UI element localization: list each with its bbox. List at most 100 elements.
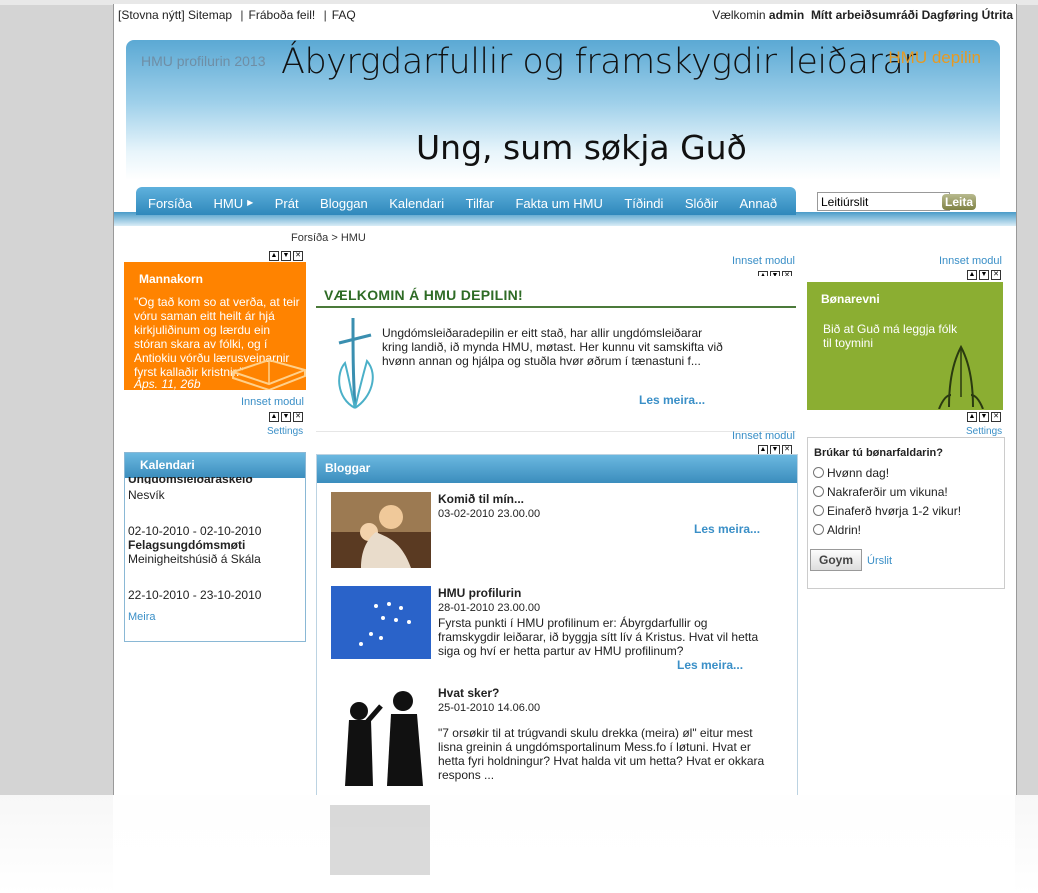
calendar-more-link[interactable]: Meira — [128, 610, 261, 624]
praying-hands-icon — [938, 344, 984, 409]
insert-module-link[interactable]: Innset modul — [732, 430, 795, 442]
post-read-more-link[interactable]: Les meira... — [677, 658, 743, 672]
hmu-logo-icon — [338, 317, 374, 409]
poll-option-label: Aldrin! — [827, 523, 862, 537]
module-controls: ▲▼✕ — [269, 412, 303, 422]
nav-item-annad[interactable]: Annað — [740, 196, 778, 211]
close-icon[interactable]: ✕ — [991, 270, 1001, 280]
report-error-link[interactable]: Fráboða feil! — [249, 8, 316, 22]
header-title: Ábyrgdarfullir og framskygdir leiðarar — [281, 42, 918, 82]
create-new-link[interactable]: [Stovna nýtt] — [118, 8, 185, 22]
post-thumbnail-image[interactable] — [331, 492, 431, 568]
calendar-event-name[interactable]: Felagsungdómsmøti — [128, 538, 261, 552]
main-nav: Forsíða HMU ▶ Prát Bloggan Kalendari Tilf… — [136, 187, 796, 215]
nav-item-kalendari[interactable]: Kalendari — [389, 196, 444, 211]
post-thumbnail-image[interactable] — [331, 586, 431, 659]
blog-title: Bloggar — [317, 455, 797, 483]
search-input[interactable] — [817, 192, 950, 211]
nav-item-slodir[interactable]: Slóðir — [685, 196, 718, 211]
post-title[interactable]: Komið til mín... — [438, 492, 524, 506]
blog-post: Hvat sker? 25-01-2010 14.06.00 "7 orsøki… — [331, 686, 786, 796]
post-title[interactable]: HMU profilurin — [438, 586, 521, 600]
poll-option[interactable]: Einaferð hvørja 1-2 vikur! — [813, 504, 961, 518]
header-profile-label: HMU profilurin 2013 — [141, 53, 266, 69]
logout-link[interactable]: Útrita — [982, 8, 1013, 22]
nav-item-hmu[interactable]: HMU ▶ — [214, 196, 254, 211]
reflection — [113, 795, 1015, 893]
move-up-icon[interactable]: ▲ — [967, 412, 977, 422]
prayer-title: Bønarevni — [821, 292, 880, 306]
close-icon[interactable]: ✕ — [293, 251, 303, 261]
blog-post: HMU profilurin 28-01-2010 23.00.00 Fyrst… — [331, 586, 786, 676]
update-link[interactable]: Dagføring — [922, 8, 979, 22]
site-header: HMU profilurin 2013 Ábyrgdarfullir og fr… — [126, 40, 1000, 180]
separator: | — [240, 8, 244, 22]
insert-module-link[interactable]: Innset modul — [241, 396, 304, 408]
poll-option[interactable]: Aldrin! — [813, 523, 861, 537]
search-button[interactable]: Leita — [942, 194, 976, 210]
welcome-text: Vælkomin — [712, 8, 766, 22]
move-up-icon[interactable]: ▲ — [269, 412, 279, 422]
move-down-icon[interactable]: ▼ — [281, 412, 291, 422]
poll-results-link[interactable]: Úrslit — [867, 555, 892, 567]
mannakorn-reference: Áps. 11, 26b — [134, 377, 201, 390]
breadcrumb[interactable]: Forsíða > HMU — [291, 232, 366, 244]
post-title[interactable]: Hvat sker? — [438, 686, 499, 700]
prayer-module: Bønarevni Bið at Guð má leggja fólk til … — [807, 282, 1003, 410]
nav-item-forsida[interactable]: Forsíða — [148, 196, 192, 211]
sitemap-link[interactable]: Sitemap — [188, 8, 232, 22]
welcome-text: Ungdómsleiðaradepilin er eitt stað, har … — [382, 326, 723, 368]
mannakorn-title: Mannakorn — [139, 272, 204, 286]
calendar-list: Ungdómsleiðaraskeið Nesvík 02-10-2010 - … — [128, 477, 261, 624]
nav-item-tidindi[interactable]: Tíðindi — [624, 196, 663, 211]
post-excerpt: "7 orsøkir til at trúgvandi skulu drekka… — [438, 726, 765, 782]
faq-link[interactable]: FAQ — [332, 8, 356, 22]
poll-module: Brúkar tú bønarfaldarin? Hvønn dag! Nakr… — [807, 437, 1005, 589]
header-logo-text[interactable]: HMU depilin — [888, 48, 981, 68]
move-up-icon[interactable]: ▲ — [269, 251, 279, 261]
settings-link[interactable]: Settings — [966, 426, 1002, 437]
welcome-heading: VÆLKOMIN Á HMU DEPILIN! — [324, 287, 524, 303]
poll-option[interactable]: Hvønn dag! — [813, 466, 889, 480]
poll-radio[interactable] — [813, 467, 824, 478]
settings-link[interactable]: Settings — [267, 426, 303, 437]
nav-item-bloggan[interactable]: Bloggan — [320, 196, 368, 211]
post-date: 25-01-2010 14.06.00 — [438, 702, 541, 714]
move-down-icon[interactable]: ▼ — [979, 412, 989, 422]
nav-item-prat[interactable]: Prát — [275, 196, 299, 211]
mannakorn-module: Mannakorn "Og tað kom so at verða, at te… — [124, 262, 306, 390]
poll-option[interactable]: Nakraferðir um vikuna! — [813, 485, 948, 499]
blog-post: Komið til mín... 03-02-2010 23.00.00 Les… — [331, 492, 786, 572]
calendar-event-date: 02-10-2010 - 02-10-2010 — [128, 524, 262, 538]
insert-module-link[interactable]: Innset modul — [732, 255, 795, 267]
poll-radio[interactable] — [813, 524, 824, 535]
post-thumbnail-image[interactable] — [331, 686, 431, 786]
calendar-title: Kalendari — [125, 453, 305, 478]
calendar-event-place: Nesvík — [128, 488, 165, 502]
nav-item-fakta[interactable]: Fakta um HMU — [515, 196, 602, 211]
welcome-read-more-link[interactable]: Les meira... — [639, 393, 705, 407]
insert-module-link[interactable]: Innset modul — [939, 255, 1002, 267]
close-icon[interactable]: ✕ — [991, 412, 1001, 422]
nav-item-tilfar[interactable]: Tilfar — [466, 196, 494, 211]
user-area: Vælkomin admin Mítt arbeiðsumráði Dagfør… — [712, 8, 1013, 22]
top-bar: [Stovna nýtt] Sitemap | Fráboða feil! | FA… — [114, 4, 1016, 26]
poll-radio[interactable] — [813, 505, 824, 516]
reflection-image — [330, 805, 430, 875]
module-controls: ▲▼✕ — [967, 270, 1001, 280]
move-down-icon[interactable]: ▼ — [281, 251, 291, 261]
poll-radio[interactable] — [813, 486, 824, 497]
close-icon[interactable]: ✕ — [293, 412, 303, 422]
move-down-icon[interactable]: ▼ — [979, 270, 989, 280]
post-date: 03-02-2010 23.00.00 — [438, 508, 541, 520]
poll-option-label: Hvønn dag! — [827, 466, 890, 480]
post-excerpt: Fyrsta punkti í HMU profilinum er: Ábyrg… — [438, 616, 759, 658]
poll-vote-button[interactable]: Goym — [810, 549, 862, 571]
module-controls: ▲▼✕ — [967, 412, 1001, 422]
post-read-more-link[interactable]: Les meira... — [694, 522, 760, 536]
move-up-icon[interactable]: ▲ — [967, 270, 977, 280]
workspace-link[interactable]: Mítt arbeiðsumráði — [811, 8, 918, 22]
welcome-module: VÆLKOMIN Á HMU DEPILIN! Ungdómsleiðarade… — [316, 276, 796, 432]
username: admin — [768, 8, 805, 22]
module-controls: ▲▼✕ — [269, 251, 303, 261]
